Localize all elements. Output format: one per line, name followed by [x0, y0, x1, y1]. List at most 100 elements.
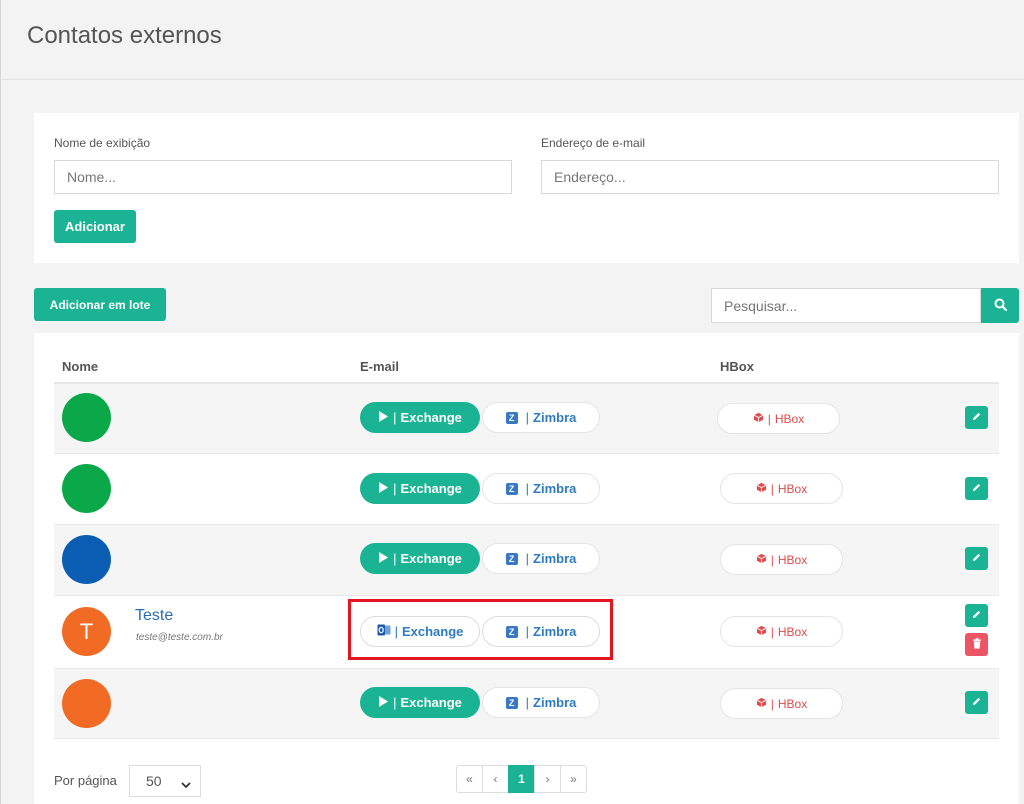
chevron-down-icon: [181, 776, 191, 792]
hbox-button[interactable]: | HBox: [720, 688, 843, 719]
hbox-label: HBox: [777, 481, 808, 496]
zimbra-label: Zimbra: [533, 695, 577, 710]
email-input[interactable]: [541, 160, 999, 194]
separator: |: [525, 551, 530, 566]
exchange-label: Exchange: [400, 551, 462, 566]
pagination: « ‹ 1 › »: [456, 765, 587, 793]
hbox-label: HBox: [777, 696, 808, 711]
separator: |: [393, 410, 397, 425]
table-row: | Exchange Z | Zimbra | HBox: [54, 384, 999, 454]
edit-button[interactable]: [965, 547, 988, 570]
exchange-button[interactable]: | Exchange: [360, 473, 480, 504]
zimbra-button[interactable]: Z | Zimbra: [482, 402, 600, 433]
search-button[interactable]: [981, 288, 1019, 323]
edit-button[interactable]: [965, 604, 988, 627]
edit-button[interactable]: [965, 477, 988, 500]
edit-button[interactable]: [965, 406, 988, 429]
contacts-table: Nome E-mail HBox | Exchange Z | Zimbra |…: [34, 333, 1019, 804]
separator: |: [767, 411, 771, 426]
prev-page-button[interactable]: ‹: [482, 765, 509, 793]
zimbra-button[interactable]: Z | Zimbra: [482, 473, 600, 504]
avatar: [62, 393, 111, 442]
exchange-button[interactable]: | Exchange: [360, 543, 480, 574]
separator: |: [770, 624, 774, 639]
play-icon: [378, 695, 389, 710]
per-page-label: Por página: [54, 773, 117, 788]
edit-button[interactable]: [965, 691, 988, 714]
play-icon: [378, 551, 389, 566]
add-button[interactable]: Adicionar: [54, 210, 136, 243]
page-1-button[interactable]: 1: [508, 765, 535, 793]
zimbra-button[interactable]: Z | Zimbra: [482, 543, 600, 574]
separator: |: [525, 410, 530, 425]
exchange-button[interactable]: | Exchange: [360, 402, 480, 433]
separator: |: [770, 696, 774, 711]
pencil-icon: [971, 607, 982, 625]
zimbra-icon: Z: [505, 552, 518, 565]
column-header-name: Nome: [62, 359, 99, 374]
separator: |: [770, 552, 774, 567]
separator: |: [525, 695, 530, 710]
page-header: Contatos externos: [1, 0, 1024, 80]
avatar: [62, 679, 111, 728]
bulk-add-button[interactable]: Adicionar em lote: [34, 288, 166, 321]
zimbra-icon: Z: [505, 411, 518, 424]
cube-icon: [756, 697, 767, 711]
avatar: [62, 464, 111, 513]
table-row: | Exchange Z | Zimbra | HBox: [54, 525, 999, 596]
hbox-label: HBox: [777, 552, 808, 567]
per-page-value: 50: [146, 773, 162, 789]
table-row: | Exchange Z | Zimbra | HBox: [54, 454, 999, 525]
next-page-button[interactable]: ›: [534, 765, 561, 793]
hbox-button[interactable]: | HBox: [720, 616, 843, 647]
play-icon: [378, 410, 389, 425]
delete-button[interactable]: [965, 633, 988, 656]
search-icon: [994, 298, 1007, 314]
exchange-label: Exchange: [400, 410, 462, 425]
separator: |: [525, 481, 530, 496]
play-icon: [378, 481, 389, 496]
cube-icon: [753, 412, 764, 426]
zimbra-icon: Z: [505, 696, 518, 709]
contact-name-link[interactable]: Teste: [135, 607, 173, 625]
search-input[interactable]: [711, 288, 981, 323]
exchange-label: Exchange: [400, 481, 462, 496]
first-page-button[interactable]: «: [456, 765, 483, 793]
cube-icon: [756, 482, 767, 496]
avatar: T: [62, 607, 111, 656]
zimbra-label: Zimbra: [533, 551, 577, 566]
left-border: [0, 0, 1, 804]
exchange-button[interactable]: | Exchange: [360, 687, 480, 718]
separator: |: [393, 551, 397, 566]
cube-icon: [756, 553, 767, 567]
hbox-button[interactable]: | HBox: [720, 544, 843, 575]
table-row: | Exchange Z | Zimbra | HBox: [54, 669, 999, 739]
zimbra-label: Zimbra: [533, 410, 577, 425]
avatar: [62, 535, 111, 584]
add-contact-form: Nome de exibição Endereço de e-mail Adic…: [34, 113, 1019, 263]
hbox-button[interactable]: | HBox: [720, 473, 843, 504]
hbox-label: HBox: [777, 624, 808, 639]
page-title: Contatos externos: [27, 22, 222, 49]
pencil-icon: [971, 694, 982, 712]
zimbra-icon: Z: [505, 482, 518, 495]
last-page-button[interactable]: »: [560, 765, 587, 793]
column-header-email: E-mail: [360, 359, 400, 374]
display-name-input[interactable]: [54, 160, 512, 194]
highlight-box: [348, 599, 613, 660]
exchange-label: Exchange: [400, 695, 462, 710]
cube-icon: [756, 625, 767, 639]
zimbra-button[interactable]: Z | Zimbra: [482, 687, 600, 718]
separator: |: [393, 481, 397, 496]
hbox-button[interactable]: | HBox: [717, 403, 840, 434]
pencil-icon: [971, 409, 982, 427]
per-page-select[interactable]: 50: [129, 765, 201, 797]
email-label: Endereço de e-mail: [541, 136, 646, 150]
hbox-label: HBox: [774, 411, 805, 426]
contact-email: teste@teste.com.br: [136, 632, 223, 643]
separator: |: [770, 481, 774, 496]
trash-icon: [972, 636, 982, 654]
separator: |: [393, 695, 397, 710]
column-header-hbox: HBox: [720, 359, 754, 374]
pencil-icon: [971, 480, 982, 498]
